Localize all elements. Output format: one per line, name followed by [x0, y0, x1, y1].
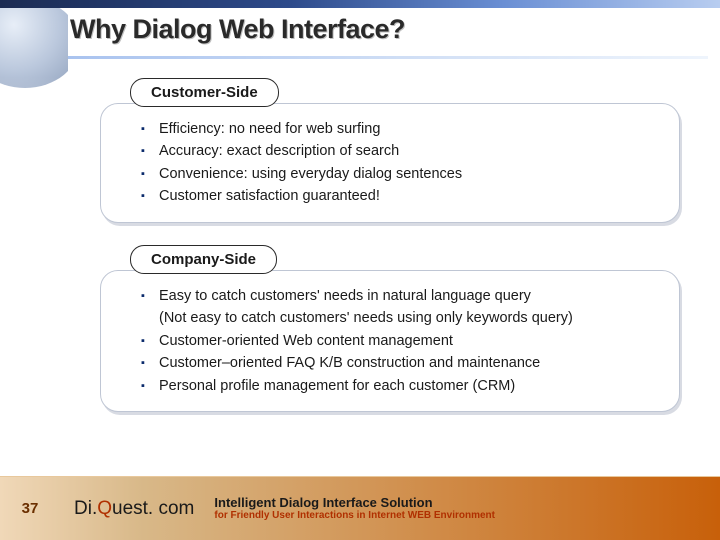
slide-title: Why Dialog Web Interface? — [70, 14, 405, 45]
slide-number: 37 — [0, 500, 60, 517]
globe-icon — [0, 8, 68, 88]
company-side-label: Company-Side — [130, 245, 277, 274]
list-item: Customer–oriented FAQ K/B construction a… — [141, 352, 659, 374]
list-item-sub: (Not easy to catch customers' needs usin… — [141, 307, 659, 329]
brand-q: Q — [97, 498, 112, 519]
content-area: Customer-Side Efficiency: no need for we… — [100, 78, 680, 434]
customer-side-label: Customer-Side — [130, 78, 279, 107]
left-decoration — [0, 8, 68, 468]
brand-post: uest. com — [112, 498, 194, 519]
customer-list: Efficiency: no need for web surfing Accu… — [141, 118, 659, 208]
footer-subtitle: for Friendly User Interactions in Intern… — [214, 510, 495, 522]
list-item: Accuracy: exact description of search — [141, 140, 659, 162]
list-item: Easy to catch customers' needs in natura… — [141, 285, 659, 307]
title-underline — [68, 56, 708, 59]
footer-title: Intelligent Dialog Interface Solution — [214, 495, 495, 511]
list-item: Efficiency: no need for web surfing — [141, 118, 659, 140]
customer-side-panel: Efficiency: no need for web surfing Accu… — [100, 103, 680, 223]
list-item: Customer-oriented Web content management — [141, 330, 659, 352]
footer-bar: 37 Di.Quest. com Intelligent Dialog Inte… — [0, 476, 720, 540]
title-area: Why Dialog Web Interface? — [70, 14, 405, 45]
list-item: Customer satisfaction guaranteed! — [141, 185, 659, 207]
brand-logo: Di.Quest. com — [74, 498, 194, 520]
company-side-panel: Easy to catch customers' needs in natura… — [100, 270, 680, 412]
footer-text: Intelligent Dialog Interface Solution fo… — [214, 495, 495, 523]
list-item: Convenience: using everyday dialog sente… — [141, 163, 659, 185]
list-item: Personal profile management for each cus… — [141, 375, 659, 397]
top-strip — [0, 0, 720, 8]
brand-pre: Di. — [74, 498, 97, 519]
company-list: Easy to catch customers' needs in natura… — [141, 285, 659, 397]
